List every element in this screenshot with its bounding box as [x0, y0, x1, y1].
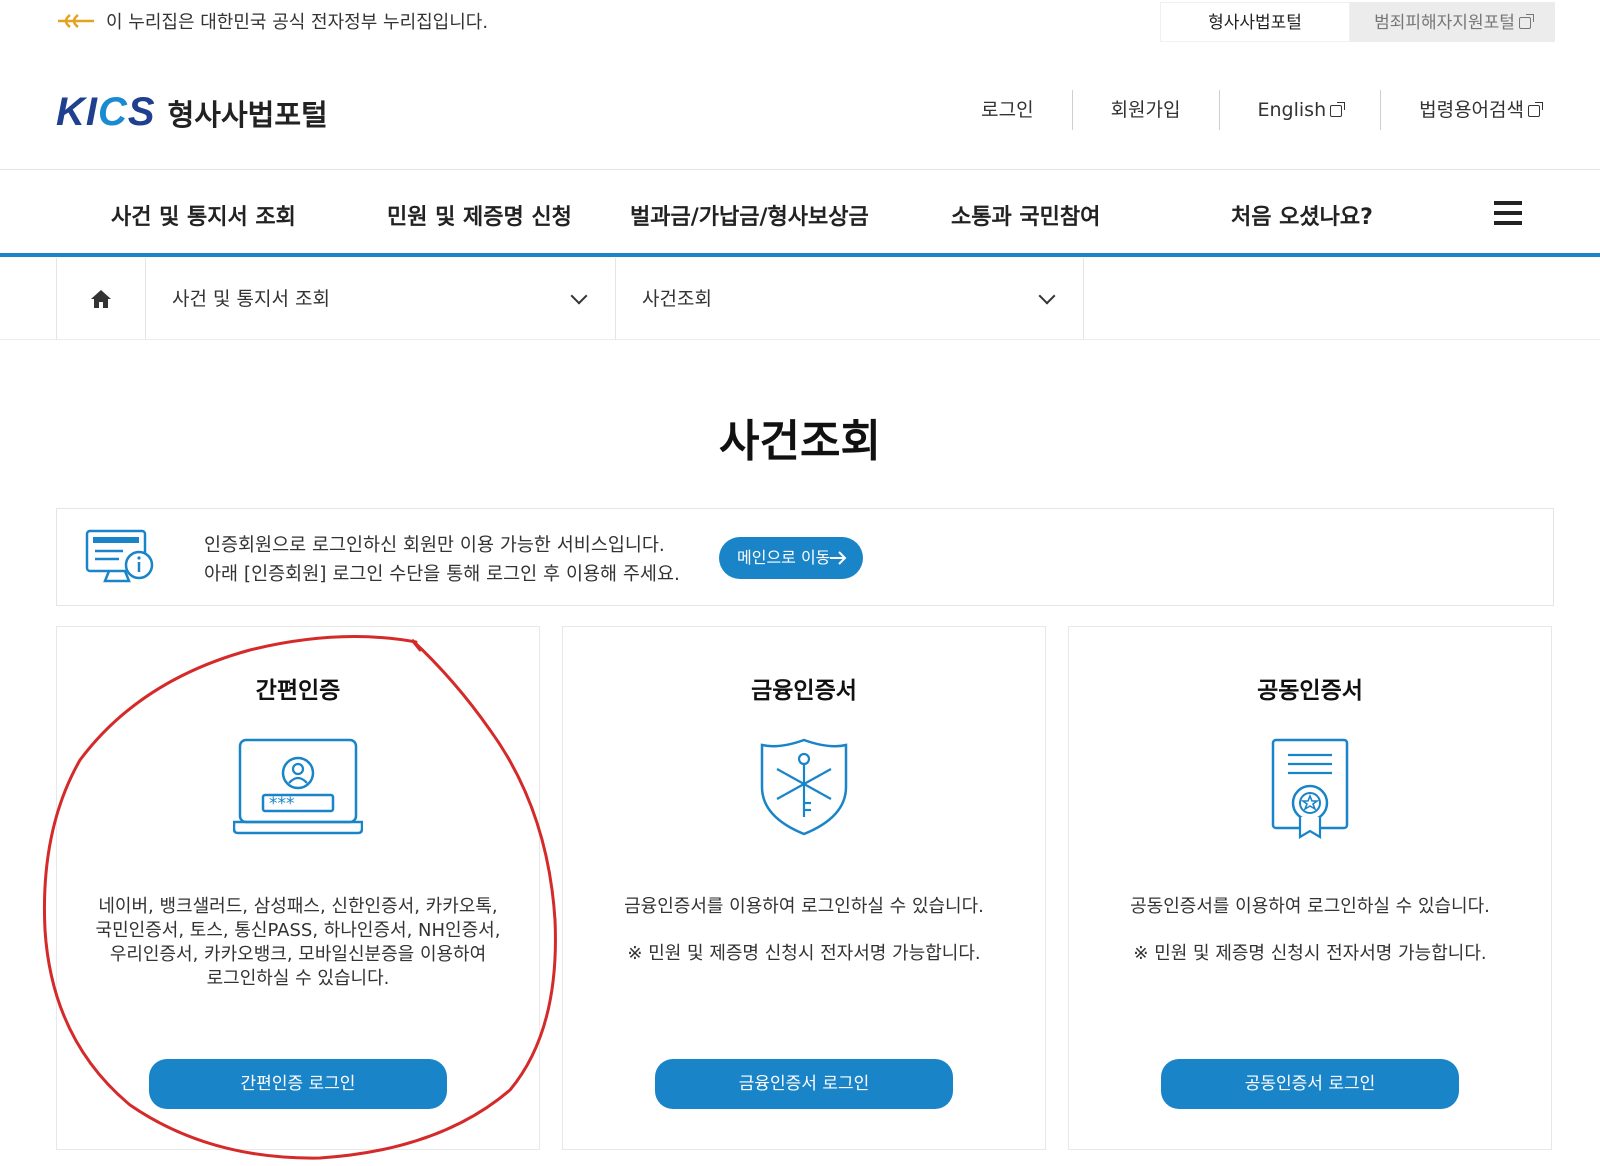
card-description: 네이버, 뱅크샐러드, 삼성패스, 신한인증서, 카카오톡, 국민인증서, 토스…: [77, 895, 519, 991]
nav-civil-petition[interactable]: 민원 및 제증명 신청: [387, 199, 572, 231]
signup-link[interactable]: 회원가입: [1073, 90, 1220, 130]
tab-label: 형사사법포털: [1208, 13, 1302, 33]
card-title: 공동인증서: [1257, 678, 1363, 704]
breadcrumb: 사건 및 통지서 조회 사건조회: [0, 258, 1600, 340]
legal-term-label: 법령용어검색: [1419, 99, 1524, 121]
home-button[interactable]: [56, 258, 146, 340]
go-main-label: 메인으로 이동: [737, 548, 831, 567]
external-link-icon: [1528, 102, 1543, 117]
arrow-right-icon: [830, 551, 847, 565]
breadcrumb-level2-select[interactable]: 사건조회: [616, 258, 1084, 340]
card-description: 공동인증서를 이용하여 로그인하실 수 있습니다. ※ 민원 및 제증명 신청시…: [1089, 895, 1531, 989]
tab-victim-support-portal[interactable]: 범죄피해자지원포털: [1350, 2, 1555, 42]
page-title: 사건조회: [719, 416, 881, 467]
card-title: 간편인증: [255, 678, 341, 704]
gov-notice-text: 이 누리집은 대한민국 공식 전자정부 누리집입니다.: [106, 12, 489, 33]
notice-text: 인증회원으로 로그인하신 회원만 이용 가능한 서비스입니다. 아래 [인증회원…: [204, 531, 680, 589]
logo-text: 형사사법포털: [167, 97, 328, 132]
desc-line: 공동인증서를 이용하여 로그인하실 수 있습니다.: [1130, 896, 1490, 917]
external-link-icon: [1518, 14, 1534, 29]
simple-auth-card: 간편인증 *** 네이버, 뱅크샐러드, 삼성패스, 신한인증서, 카카오톡, …: [56, 626, 540, 1150]
hamburger-menu-icon[interactable]: [1494, 201, 1522, 227]
card-title: 금융인증서: [751, 678, 857, 704]
nav-communication[interactable]: 소통과 국민참여: [951, 199, 1100, 231]
home-icon: [91, 290, 111, 308]
notice-line2: 아래 [인증회원] 로그인 수단을 통해 로그인 후 이용해 주세요.: [204, 564, 680, 585]
laptop-password-icon: ***: [233, 738, 363, 835]
desc-line: ※ 민원 및 제증명 신청시 전자서명 가능합니다.: [627, 943, 981, 964]
site-logo[interactable]: KICS 형사사법포털: [56, 90, 328, 135]
card-description: 금융인증서를 이용하여 로그인하실 수 있습니다. ※ 민원 및 제증명 신청시…: [583, 895, 1025, 989]
chevron-down-icon: [570, 287, 588, 305]
joint-cert-card: 공동인증서 공동인증서를 이용하여 로그인하실 수 있습니다. ※ 민원 및 제…: [1068, 626, 1552, 1150]
nav-fines[interactable]: 벌과금/가납금/형사보상금: [630, 199, 869, 231]
desc-line: 네이버, 뱅크샐러드, 삼성패스, 신한인증서, 카카오톡,: [98, 896, 498, 917]
breadcrumb-level1-select[interactable]: 사건 및 통지서 조회: [146, 258, 616, 340]
login-label: 로그인: [981, 99, 1034, 121]
gov-notice: 이 누리집은 대한민국 공식 전자정부 누리집입니다.: [56, 8, 488, 34]
legal-term-search-link[interactable]: 법령용어검색: [1381, 90, 1543, 130]
nav-first-visit[interactable]: 처음 오셨나요?: [1231, 199, 1373, 231]
login-link[interactable]: 로그인: [943, 90, 1073, 130]
password-mask: ***: [269, 794, 295, 814]
site-header: KICS 형사사법포털 로그인 회원가입 English 법령용어검색: [0, 60, 1600, 170]
english-label: English: [1257, 99, 1327, 121]
gov-banner: 이 누리집은 대한민국 공식 전자정부 누리집입니다. 형사사법포털 범죄피해자…: [0, 0, 1600, 44]
desc-line: 금융인증서를 이용하여 로그인하실 수 있습니다.: [624, 896, 984, 917]
joint-cert-login-button[interactable]: 공동인증서 로그인: [1161, 1059, 1459, 1109]
kics-logo-mark: KICS: [56, 90, 156, 134]
signup-label: 회원가입: [1110, 99, 1181, 121]
nav-case-inquiry[interactable]: 사건 및 통지서 조회: [111, 199, 296, 231]
gov-emblem-icon: [58, 14, 94, 28]
chevron-down-icon: [1038, 287, 1056, 305]
certificate-icon: [1271, 738, 1349, 839]
financial-cert-login-button[interactable]: 금융인증서 로그인: [655, 1059, 953, 1109]
external-link-icon: [1330, 102, 1346, 117]
desc-line: 우리인증서, 카카오뱅크, 모바일신분증을 이용하여: [109, 944, 487, 965]
tab-label: 범죄피해자지원포털: [1374, 13, 1515, 33]
login-notice: 인증회원으로 로그인하신 회원만 이용 가능한 서비스입니다. 아래 [인증회원…: [56, 508, 1554, 606]
utility-nav: 로그인 회원가입 English 법령용어검색: [943, 90, 1543, 130]
english-link[interactable]: English: [1220, 90, 1382, 130]
tab-criminal-justice-portal[interactable]: 형사사법포털: [1160, 2, 1350, 42]
shield-key-icon: [760, 738, 848, 836]
main-nav: 사건 및 통지서 조회 민원 및 제증명 신청 벌과금/가납금/형사보상금 소통…: [0, 171, 1600, 257]
breadcrumb-level1-label: 사건 및 통지서 조회: [172, 288, 330, 310]
monitor-info-icon: [85, 529, 154, 583]
go-main-button[interactable]: 메인으로 이동: [719, 537, 863, 579]
desc-line: ※ 민원 및 제증명 신청시 전자서명 가능합니다.: [1133, 943, 1487, 964]
financial-cert-card: 금융인증서 금융인증서를 이용하여 로그인하실 수 있습니다. ※ 민원 및 제…: [562, 626, 1046, 1150]
breadcrumb-level2-label: 사건조회: [642, 288, 712, 310]
desc-line: 국민인증서, 토스, 통신PASS, 하나인증서, NH인증서,: [95, 920, 501, 941]
desc-line: 로그인하실 수 있습니다.: [206, 968, 390, 989]
notice-line1: 인증회원으로 로그인하신 회원만 이용 가능한 서비스입니다.: [204, 535, 665, 556]
simple-auth-login-button[interactable]: 간편인증 로그인: [149, 1059, 447, 1109]
